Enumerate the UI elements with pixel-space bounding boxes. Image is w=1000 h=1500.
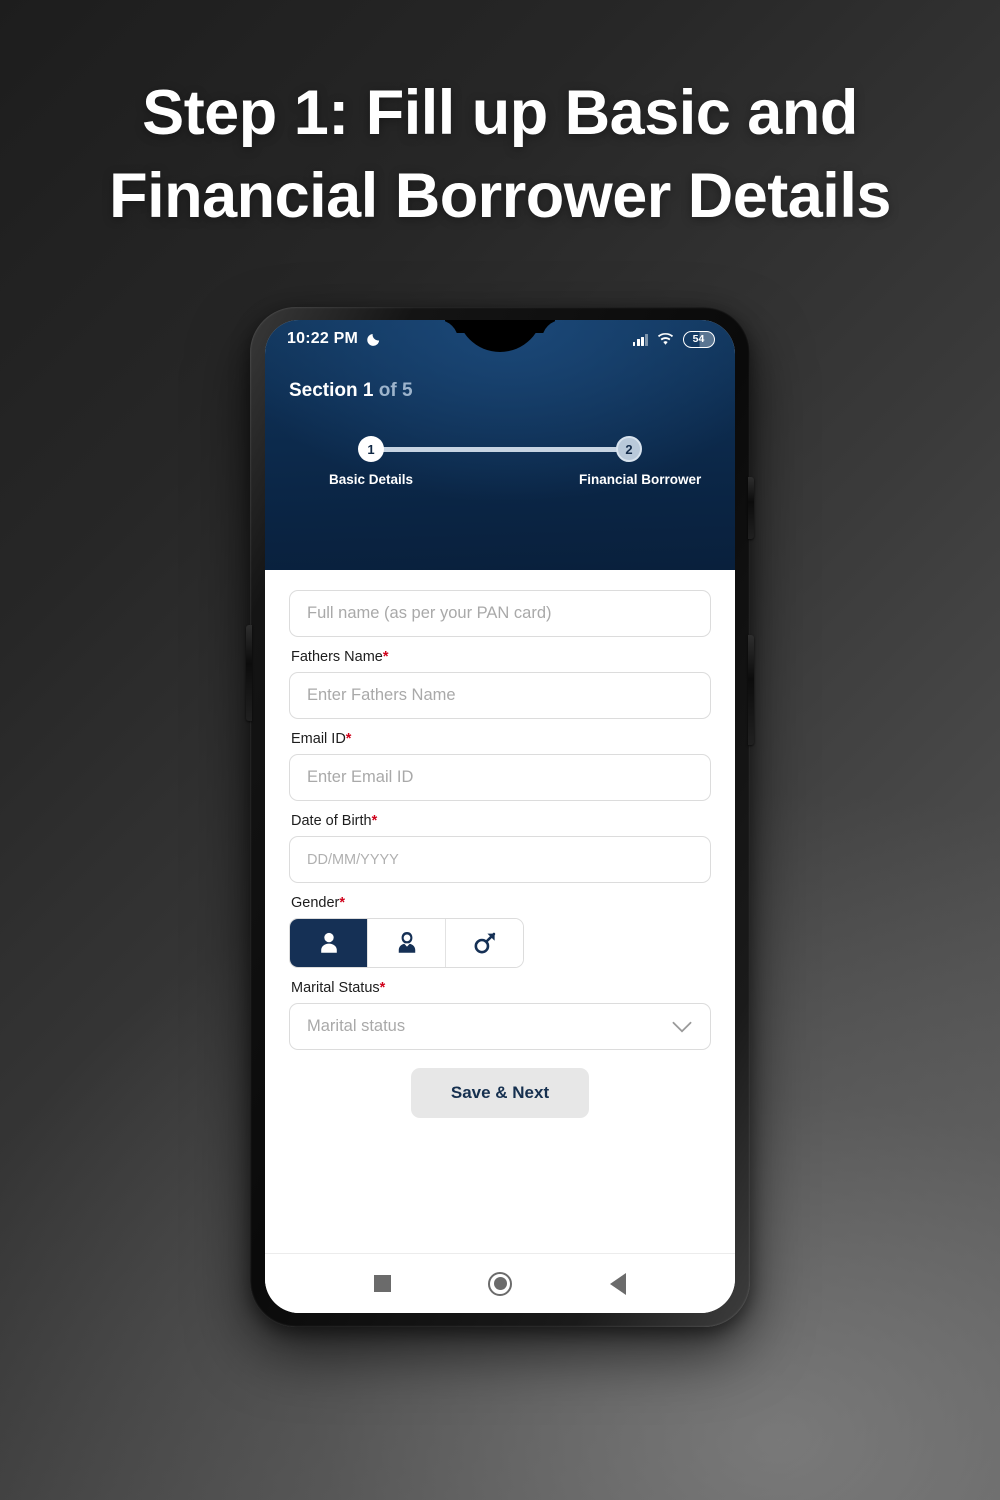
section-current: Section 1 <box>289 380 374 401</box>
battery-indicator: 54 <box>683 330 715 348</box>
form-actions: Save & Next <box>289 1068 711 1118</box>
marital-status-selected-value: Marital status <box>307 1017 406 1035</box>
triangle-back-icon[interactable] <box>610 1272 627 1295</box>
date-of-birth-input[interactable]: DD/MM/YYYY <box>289 836 711 883</box>
field-full-name: Full name (as per your PAN card) <box>289 590 711 637</box>
phone-screen-bezel: 10:22 PM 54 Section 1 of 5 1 Basic Detai… <box>265 320 735 1313</box>
email-id-input[interactable]: Enter Email ID <box>289 754 711 801</box>
status-bar: 10:22 PM 54 <box>265 320 735 358</box>
field-marital-status: Marital Status* Marital status <box>289 980 711 1050</box>
marital-status-label-text: Marital Status <box>291 980 380 996</box>
power-button[interactable] <box>748 477 754 539</box>
app-screen: 10:22 PM 54 Section 1 of 5 1 Basic Detai… <box>265 320 735 1313</box>
gender-option-female-person[interactable] <box>368 919 446 967</box>
section-total: of 5 <box>373 380 413 401</box>
email-id-label-text: Email ID <box>291 731 346 747</box>
wifi-icon <box>657 332 674 345</box>
email-id-label: Email ID* <box>291 731 711 747</box>
gender-option-mars-symbol[interactable] <box>446 919 523 967</box>
side-button[interactable] <box>748 635 754 745</box>
circle-home-icon[interactable] <box>488 1271 513 1296</box>
borrower-details-form: Full name (as per your PAN card) Fathers… <box>265 570 735 1253</box>
field-fathers-name: Fathers Name* Enter Fathers Name <box>289 649 711 719</box>
page-title-line-2: Financial Borrower Details <box>109 161 891 232</box>
stepper-label-1: Basic Details <box>328 472 414 487</box>
field-gender: Gender* <box>289 895 711 968</box>
marital-status-label: Marital Status* <box>291 980 711 996</box>
page-title-line-1: Step 1: Fill up Basic and <box>142 78 858 148</box>
stepper-label-2: Financial Borrower <box>579 472 702 487</box>
moon-icon <box>367 333 380 346</box>
field-email-id: Email ID* Enter Email ID <box>289 731 711 801</box>
stepper-step-basic-details[interactable]: 1 Basic Details <box>321 436 421 487</box>
required-asterisk: * <box>379 980 386 996</box>
mars-symbol-icon <box>474 932 496 953</box>
square-recents-icon[interactable] <box>373 1275 391 1292</box>
section-indicator: Section 1 of 5 <box>265 358 735 402</box>
date-of-birth-label: Date of Birth* <box>291 813 711 829</box>
cellular-signal-icon <box>632 333 648 346</box>
stepper-dot-2: 2 <box>616 436 642 462</box>
required-asterisk: * <box>382 649 389 665</box>
fathers-name-input[interactable]: Enter Fathers Name <box>289 672 711 719</box>
page-title: Step 1: Fill up Basic and Financial Borr… <box>0 72 1000 238</box>
male-person-icon <box>320 932 337 953</box>
progress-stepper: 1 Basic Details 2 Financial Borrower <box>321 436 702 506</box>
required-asterisk: * <box>339 895 346 911</box>
stepper-step-financial-borrower[interactable]: 2 Financial Borrower <box>579 436 702 487</box>
app-header: 10:22 PM 54 Section 1 of 5 1 Basic Detai… <box>265 320 735 570</box>
date-of-birth-label-text: Date of Birth <box>291 813 372 829</box>
field-date-of-birth: Date of Birth* DD/MM/YYYY <box>289 813 711 883</box>
chevron-down-icon <box>672 1021 692 1033</box>
full-name-input[interactable]: Full name (as per your PAN card) <box>289 590 711 637</box>
fathers-name-label: Fathers Name* <box>291 649 711 665</box>
fathers-name-label-text: Fathers Name <box>291 649 383 665</box>
gender-segmented-control <box>289 918 524 968</box>
status-bar-time: 10:22 PM <box>287 330 358 347</box>
marital-status-select[interactable]: Marital status <box>289 1003 711 1050</box>
female-person-icon <box>398 931 415 953</box>
stepper-dot-1: 1 <box>358 436 384 462</box>
save-and-next-button[interactable]: Save & Next <box>410 1068 590 1118</box>
phone-mockup: 10:22 PM 54 Section 1 of 5 1 Basic Detai… <box>246 307 754 1327</box>
gender-label: Gender* <box>291 895 711 911</box>
android-navigation-bar <box>265 1253 735 1313</box>
gender-option-male-person[interactable] <box>290 919 368 967</box>
gender-label-text: Gender <box>291 895 340 911</box>
required-asterisk: * <box>371 813 378 829</box>
volume-button[interactable] <box>246 625 252 721</box>
required-asterisk: * <box>345 731 352 747</box>
